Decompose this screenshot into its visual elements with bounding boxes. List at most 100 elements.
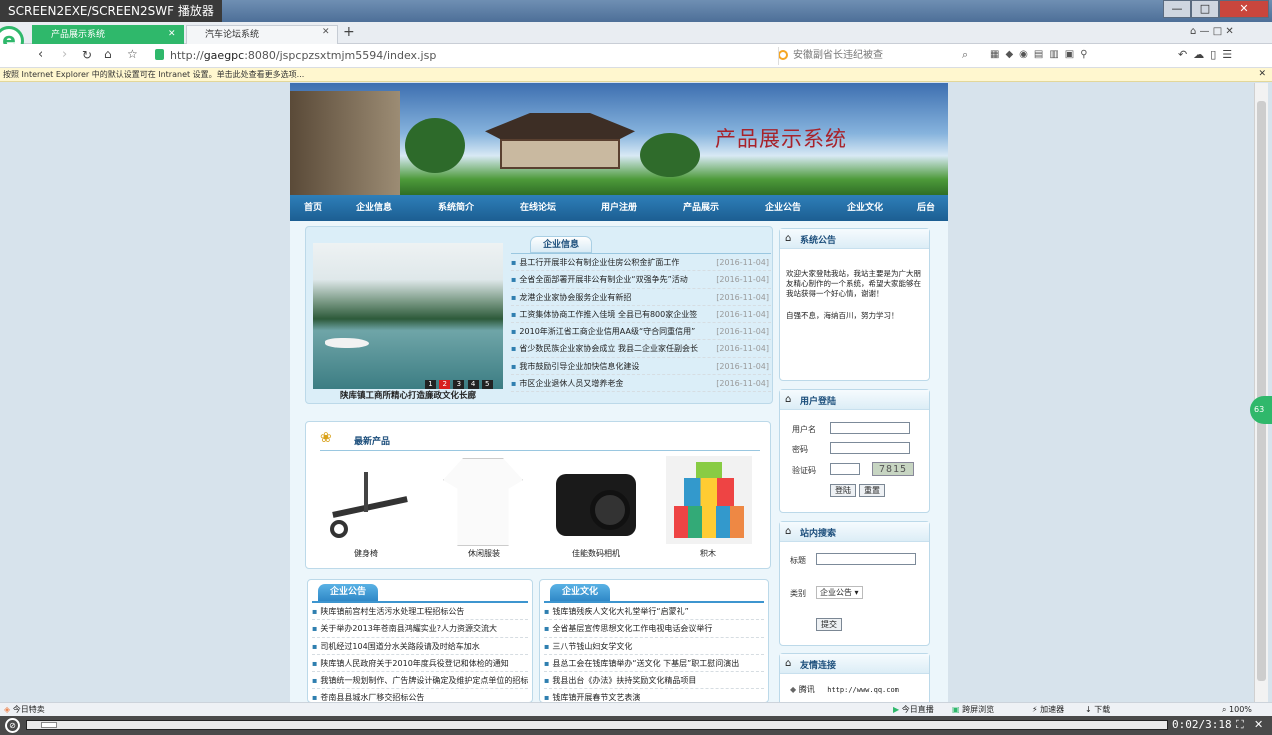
status-live[interactable]: ▶ 今日直播 xyxy=(893,703,934,716)
toolbar-menu-icons[interactable]: ↶☁▯☰ xyxy=(1178,48,1238,61)
player-control-bar: ⊘ 0:02/3:18 ⛶ ✕ xyxy=(0,716,1272,735)
playback-progress[interactable] xyxy=(26,720,1168,730)
search-icon[interactable]: ⌕ xyxy=(962,48,968,62)
product-image-blocks[interactable] xyxy=(666,456,752,544)
fullscreen-icon[interactable]: ⛶ xyxy=(1236,718,1244,732)
window-controls-icons[interactable]: ⌂ — □ ✕ xyxy=(1190,26,1234,37)
list-item[interactable]: ▪ 2010年浙江省工商企业信用AA级“守合同重信用” [2016-11-04] xyxy=(511,323,771,341)
captcha-input[interactable] xyxy=(830,463,860,475)
list-item[interactable]: ▪ 我市鼓励引导企业加快信息化建设 [2016-11-04] xyxy=(511,358,771,376)
product-name[interactable]: 休闲服装 xyxy=(424,548,544,559)
nav-products[interactable]: 产品展示 xyxy=(683,195,719,221)
list-item[interactable]: ▪ 钱库镇残疾人文化大礼堂举行“启蒙礼” xyxy=(544,603,764,621)
list-item[interactable]: ▪ 全省全面部署开展非公有制企业“双强争先”活动 [2016-11-04] xyxy=(511,271,771,289)
secure-shield-icon xyxy=(155,49,164,60)
status-zoom[interactable]: ⌕ 100% xyxy=(1222,703,1252,716)
slide-page-4[interactable]: 4 xyxy=(467,380,479,389)
product-image-rowing-machine[interactable] xyxy=(324,458,412,546)
list-item[interactable]: ▪ 全省基层宣传思想文化工作电视电话会议举行 xyxy=(544,620,764,638)
url-input[interactable]: http://gaegpc:8080/jspcpzsxtmjm5594/inde… xyxy=(170,49,436,62)
close-button[interactable]: ✕ xyxy=(1219,0,1269,18)
list-item[interactable]: ▪ 我镇统一规划制作、广告牌设计确定及维护定点单位的招标 xyxy=(312,672,528,690)
slide-page-3[interactable]: 3 xyxy=(453,380,465,389)
slide-page-5[interactable]: 5 xyxy=(481,380,493,389)
notices-heading[interactable]: 企业公告 xyxy=(318,584,379,601)
list-item[interactable]: ▪ 龙港企业家协会服务企业有新招 [2016-11-04] xyxy=(511,289,771,306)
captcha-image[interactable]: 7815 xyxy=(872,462,914,476)
username-input[interactable] xyxy=(830,422,910,434)
list-item[interactable]: ▪ 陕库镇前宫村生活污水处理工程招标公告 xyxy=(312,603,528,621)
home-icon: ⌂ xyxy=(785,526,792,537)
nav-admin[interactable]: 后台 xyxy=(917,195,935,221)
product-image-camera[interactable] xyxy=(554,456,638,544)
nav-forum[interactable]: 在线论坛 xyxy=(520,195,556,221)
close-tab-icon[interactable]: ✕ xyxy=(322,27,330,37)
nav-culture[interactable]: 企业文化 xyxy=(847,195,883,221)
slideshow-image[interactable] xyxy=(313,243,503,389)
status-accelerator[interactable]: ⚡ 加速器 xyxy=(1032,703,1064,716)
progress-thumb[interactable] xyxy=(41,722,57,728)
intranet-info-bar[interactable]: 按照 Internet Explorer 中的默认设置可在 Intranet 设… xyxy=(0,68,1272,82)
search-input[interactable]: 安徽副省长违纪被查 xyxy=(778,47,978,65)
forward-icon[interactable]: › xyxy=(62,47,67,62)
list-item[interactable]: ▪ 陕库镇人民政府关于2010年度兵役登记和体检的通知 xyxy=(312,655,528,673)
announcement-text: 欢迎大家登陆我站，我站主要是为广大朋友精心制作的一个系统，希望大家能够在我站获得… xyxy=(786,269,921,298)
toolbar-extension-icons[interactable]: ▦◆◉▤▥▣⚲ xyxy=(990,49,1094,60)
password-input[interactable] xyxy=(830,442,910,454)
nav-system-intro[interactable]: 系统简介 xyxy=(438,195,474,221)
status-download[interactable]: ↓ 下载 xyxy=(1085,703,1110,716)
login-button[interactable]: 登陆 xyxy=(830,484,856,497)
site-search-panel: ⌂ 站内搜索 标题 类别 企业公告 ▾ 提交 xyxy=(779,521,930,646)
list-item[interactable]: ▪ 苍南县县城水厂移交招标公告 xyxy=(312,689,528,703)
slideshow-caption[interactable]: 陕库镇工商所精心打造廉政文化长廊 xyxy=(313,389,503,401)
tab-product-system[interactable]: 产品展示系统 xyxy=(32,25,184,44)
list-item[interactable]: ▪ 关于举办2013年苍南县鸿耀实业?人力资源交流大 xyxy=(312,620,528,638)
new-tab-icon[interactable]: + xyxy=(343,24,355,40)
home-icon: ⌂ xyxy=(785,394,792,405)
bookmark-star-icon[interactable]: ☆ xyxy=(127,47,138,61)
player-close-icon[interactable]: ✕ xyxy=(1254,718,1263,731)
tab-car-forum[interactable]: 汽车论坛系统 xyxy=(186,25,338,44)
side-float-widget[interactable]: 63 xyxy=(1250,396,1272,424)
list-item[interactable]: ▪ 司机经过104国道分水关路段请及时给车加水 xyxy=(312,638,528,655)
scroll-thumb[interactable] xyxy=(1257,101,1266,681)
category-select[interactable]: 企业公告 ▾ xyxy=(816,586,863,599)
list-item[interactable]: ▪ 三八节钱山妇女学文化 xyxy=(544,638,764,655)
close-tab-icon[interactable]: ✕ xyxy=(168,29,176,39)
enterprise-info-heading[interactable]: 企业信息 xyxy=(530,236,593,253)
slide-page-2[interactable]: 2 xyxy=(439,380,451,389)
product-name[interactable]: 健身椅 xyxy=(306,548,426,559)
maximize-button[interactable]: □ xyxy=(1191,0,1219,18)
search-submit-button[interactable]: 提交 xyxy=(816,618,842,631)
product-image-tshirt[interactable] xyxy=(443,458,523,546)
list-item[interactable]: ▪ 县工行开展非公有制企业住房公积金扩面工作 [2016-11-04] xyxy=(511,254,771,272)
culture-heading[interactable]: 企业文化 xyxy=(550,584,611,601)
search-title-input[interactable] xyxy=(816,553,916,565)
nav-enterprise-info[interactable]: 企业信息 xyxy=(356,195,392,221)
nav-register[interactable]: 用户注册 xyxy=(601,195,637,221)
links-header: ⌂ 友情连接 xyxy=(780,654,929,674)
product-name[interactable]: 佳能数码相机 xyxy=(536,548,656,559)
list-item[interactable]: ▪ 钱库镇开展春节文艺表演 xyxy=(544,689,764,703)
stop-icon[interactable]: ⊘ xyxy=(5,718,20,733)
close-infobar-icon[interactable]: ✕ xyxy=(1258,68,1266,81)
home-icon[interactable]: ⌂ xyxy=(104,47,112,61)
nav-notices[interactable]: 企业公告 xyxy=(765,195,801,221)
product-name[interactable]: 积木 xyxy=(648,548,768,559)
list-item[interactable]: ▪ 工资集体协商工作推入佳境 全县已有800家企业签 [2016-11-04] xyxy=(511,306,771,324)
reset-button[interactable]: 重置 xyxy=(859,484,885,497)
refresh-icon[interactable]: ↻ xyxy=(82,48,92,62)
announcement-header: ⌂ 系统公告 xyxy=(780,229,929,249)
page-scrollbar[interactable] xyxy=(1254,83,1268,702)
minimize-button[interactable]: — xyxy=(1163,0,1191,18)
list-item[interactable]: ▪ 市区企业退休人员又增养老金 [2016-11-04] xyxy=(511,375,771,393)
list-item[interactable]: ▪ 省少数民族企业家协会成立 我县二企业家任副会长 [2016-11-04] xyxy=(511,340,771,358)
list-item[interactable]: ▪ 县总工会在钱库镇举办“送文化 下基层”职工慰问演出 xyxy=(544,655,764,673)
nav-home[interactable]: 首页 xyxy=(304,195,322,221)
list-item[interactable]: ▪ 我县出台《办法》扶持奖励文化精品项目 xyxy=(544,672,764,690)
link-item[interactable]: ◆ 腾讯 http://www.qq.com xyxy=(790,684,899,695)
slide-page-1[interactable]: 1 xyxy=(425,380,436,389)
status-cast[interactable]: ▣ 跨屏浏览 xyxy=(952,703,994,716)
back-icon[interactable]: ‹ xyxy=(38,47,43,62)
status-deals[interactable]: ◈ 今日特卖 xyxy=(4,703,45,716)
